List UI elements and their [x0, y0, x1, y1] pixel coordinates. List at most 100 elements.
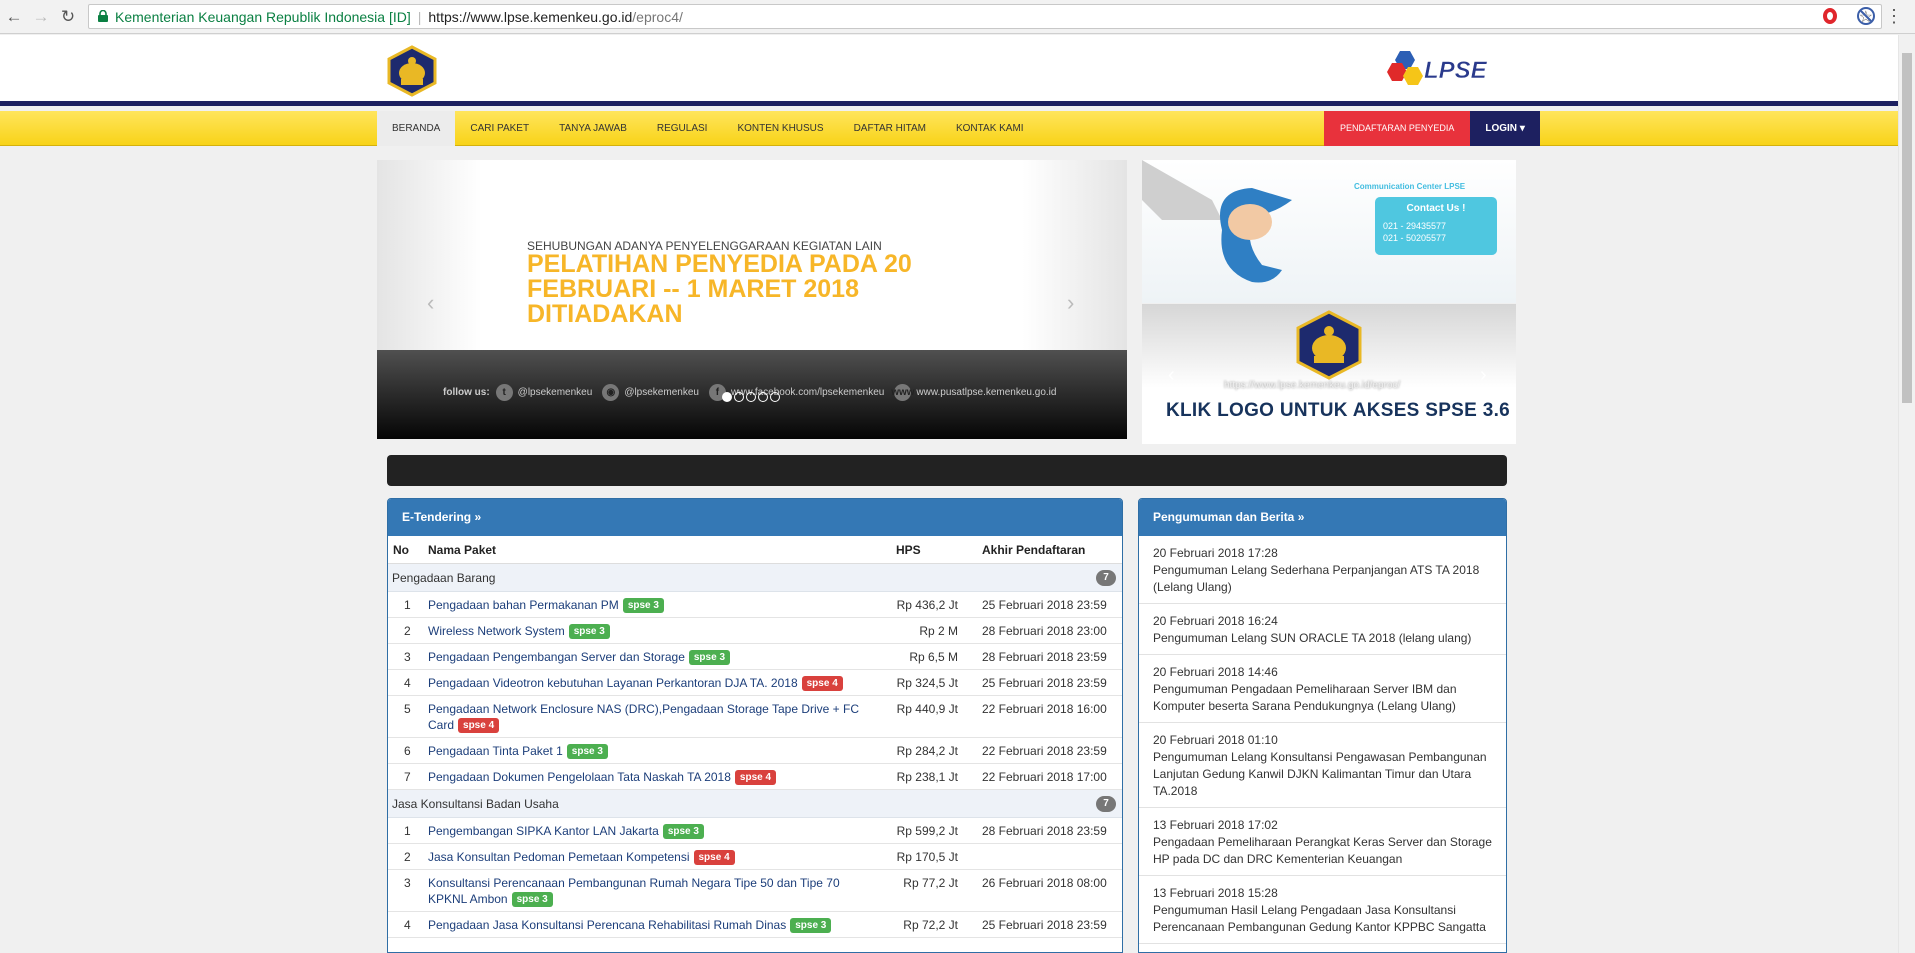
- spse-badge: spse 4: [458, 718, 500, 733]
- news-date: 20 Februari 2018 01:10: [1153, 733, 1278, 747]
- kemenkeu-emblem-icon[interactable]: [1294, 310, 1364, 380]
- row-no: 3: [404, 876, 411, 890]
- cc-title: Communication Center LPSE: [1354, 182, 1466, 191]
- follow-label: follow us:: [443, 387, 490, 398]
- news-text: Pengumuman Pengadaan Pemeliharaan Server…: [1153, 682, 1457, 713]
- page-scrollbar[interactable]: [1898, 35, 1915, 953]
- row-hps: Rp 170,5 Jt: [896, 850, 958, 864]
- forward-icon[interactable]: →: [30, 6, 52, 28]
- block-extension-icon[interactable]: [1857, 7, 1875, 25]
- group-name: Jasa Konsultansi Badan Usaha: [392, 797, 559, 811]
- spse-badge: spse 3: [688, 650, 731, 665]
- row-hps: Rp 440,9 Jt: [896, 702, 958, 716]
- row-hps: Rp 72,2 Jt: [903, 918, 958, 932]
- news-item[interactable]: 13 Februari 2018 15:28 Pengumuman Hasil L…: [1139, 876, 1506, 944]
- e-tendering-title[interactable]: E-Tendering »: [388, 499, 1122, 536]
- news-item[interactable]: 20 Februari 2018 16:24 Pengumuman Lelang …: [1139, 604, 1506, 655]
- news-item[interactable]: 20 Februari 2018 17:28 Pengumuman Lelang …: [1139, 536, 1506, 604]
- spse-prev-icon[interactable]: ‹: [1168, 364, 1175, 387]
- spse-next-icon[interactable]: ›: [1480, 364, 1487, 387]
- kemenkeu-logo[interactable]: [386, 45, 438, 97]
- main-navbar: BERANDA CARI PAKET TANYA JAWAB REGULASI …: [0, 111, 1898, 146]
- nav-cari-paket[interactable]: CARI PAKET: [455, 111, 544, 146]
- table-row: 2 Wireless Network System spse 3 Rp 2 M 28 F…: [388, 618, 1122, 644]
- group-count-badge: 7: [1096, 570, 1116, 586]
- table-row: 1 Pengembangan SIPKA Kantor LAN Jakarta sp…: [388, 818, 1122, 844]
- paket-link[interactable]: Pengadaan bahan Permakanan PM: [428, 598, 619, 612]
- spse-banner[interactable]: https://www.lpse.kemenkeu.go.id/eproc/ K…: [1142, 304, 1516, 444]
- carousel-next-icon[interactable]: ›: [1067, 290, 1074, 316]
- row-date: 22 Februari 2018 17:00: [982, 770, 1107, 784]
- news-date: 20 Februari 2018 16:24: [1153, 614, 1278, 628]
- carousel-dot[interactable]: [746, 392, 756, 402]
- pengumuman-title[interactable]: Pengumuman dan Berita »: [1139, 499, 1506, 536]
- news-item[interactable]: 20 Februari 2018 14:46 Pengumuman Pengada…: [1139, 655, 1506, 723]
- reload-icon[interactable]: ↻: [57, 6, 79, 28]
- col-header-akhir-pendaftaran: Akhir Pendaftaran: [982, 542, 1086, 557]
- row-date: 25 Februari 2018 23:59: [982, 598, 1107, 612]
- nav-tanya-jawab[interactable]: TANYA JAWAB: [544, 111, 642, 146]
- paket-link[interactable]: Pengadaan Jasa Konsultansi Perencana Reh…: [428, 918, 786, 932]
- news-item[interactable]: 13 Februari 2018 17:02 Pengadaan Pemeliha…: [1139, 808, 1506, 876]
- paket-link[interactable]: Pengadaan Pengembangan Server dan Storag…: [428, 650, 685, 664]
- spse-badge: spse 3: [511, 892, 553, 907]
- row-hps: Rp 238,1 Jt: [896, 770, 958, 784]
- news-date: 13 Februari 2018 15:28: [1153, 886, 1278, 900]
- row-date: 25 Februari 2018 23:59: [982, 676, 1107, 690]
- news-date: 20 Februari 2018 17:28: [1153, 546, 1278, 560]
- paket-link[interactable]: Pengadaan Videotron kebutuhan Layanan Pe…: [428, 676, 798, 690]
- browser-menu-icon[interactable]: ⋮: [1885, 5, 1903, 27]
- paket-link[interactable]: Pengadaan Dokumen Pengelolaan Tata Naska…: [428, 770, 731, 784]
- nav-beranda[interactable]: BERANDA: [377, 111, 456, 146]
- paket-link[interactable]: Konsultansi Perencanaan Pembangunan Ruma…: [428, 876, 840, 906]
- col-header-no: No: [393, 542, 409, 557]
- communication-center-banner[interactable]: Communication Center LPSE Contact Us ! 0…: [1142, 160, 1516, 303]
- col-header-hps: HPS: [896, 542, 921, 557]
- carousel-dot[interactable]: [758, 392, 768, 402]
- opera-extension-icon[interactable]: [1823, 8, 1837, 24]
- lpse-logo[interactable]: LPSE: [1386, 47, 1496, 93]
- carousel-prev-icon[interactable]: ‹: [427, 290, 434, 316]
- row-no: 2: [404, 624, 411, 638]
- lock-icon: [98, 9, 108, 25]
- carousel-dot[interactable]: [770, 392, 780, 402]
- row-hps: Rp 2 M: [919, 624, 958, 638]
- pengumuman-panel: Pengumuman dan Berita » 20 Februari 2018…: [1138, 498, 1507, 953]
- back-icon[interactable]: ←: [3, 6, 25, 28]
- cc-contact-label: Contact Us !: [1406, 203, 1466, 214]
- pendaftaran-penyedia-button[interactable]: PENDAFTARAN PENYEDIA: [1324, 111, 1471, 146]
- main-carousel[interactable]: SEHUBUNGAN ADANYA PENYELENGGARAAN KEGIAT…: [377, 160, 1127, 439]
- spse-url: https://www.lpse.kemenkeu.go.id/eproc/: [1224, 380, 1401, 391]
- row-no: 7: [404, 770, 411, 784]
- row-date: 22 Februari 2018 16:00: [982, 702, 1107, 716]
- paket-link[interactable]: Pengembangan SIPKA Kantor LAN Jakarta: [428, 824, 659, 838]
- nav-kontak-kami[interactable]: KONTAK KAMI: [941, 111, 1039, 146]
- news-text: Pengumuman Hasil Lelang Pengadaan Jasa K…: [1153, 903, 1486, 934]
- news-item[interactable]: 20 Februari 2018 01:10 Pengumuman Lelang …: [1139, 723, 1506, 808]
- nav-daftar-hitam[interactable]: DAFTAR HITAM: [839, 111, 941, 146]
- row-no: 1: [404, 598, 411, 612]
- row-hps: Rp 6,5 M: [909, 650, 958, 664]
- table-row: 4 Pengadaan Videotron kebutuhan Layanan P…: [388, 670, 1122, 696]
- paket-link[interactable]: Wireless Network System: [428, 624, 565, 638]
- paket-link[interactable]: Jasa Konsultan Pedoman Pemetaan Kompeten…: [428, 850, 690, 864]
- news-text: Pengumuman Lelang Konsultansi Pengawasan…: [1153, 750, 1487, 798]
- nav-regulasi[interactable]: REGULASI: [642, 111, 723, 146]
- paket-link[interactable]: Pengadaan Tinta Paket 1: [428, 744, 563, 758]
- url-separator: |: [417, 8, 422, 25]
- social-website: www.pusatlpse.kemenkeu.go.id: [916, 387, 1057, 398]
- group-pengadaan-barang: Pengadaan Barang 7: [388, 564, 1122, 592]
- news-text: Pengumuman Lelang Sederhana Perpanjangan…: [1153, 563, 1480, 594]
- carousel-dot[interactable]: [722, 392, 732, 402]
- url-path: /eproc4/: [632, 8, 683, 25]
- row-date: 25 Februari 2018 23:59: [982, 918, 1107, 932]
- scrollbar-thumb[interactable]: [1902, 53, 1912, 403]
- carousel-dot[interactable]: [734, 392, 744, 402]
- spse-badge: spse 4: [734, 770, 777, 785]
- nav-konten-khusus[interactable]: KONTEN KHUSUS: [722, 111, 838, 146]
- table-row: 7 Pengadaan Dokumen Pengelolaan Tata Nask…: [388, 764, 1122, 790]
- address-bar[interactable]: Kementerian Keuangan Republik Indonesia …: [88, 4, 1882, 29]
- group-name: Pengadaan Barang: [392, 571, 496, 585]
- login-dropdown-button[interactable]: LOGIN ▾: [1470, 111, 1540, 146]
- spse-badge: spse 3: [566, 744, 608, 759]
